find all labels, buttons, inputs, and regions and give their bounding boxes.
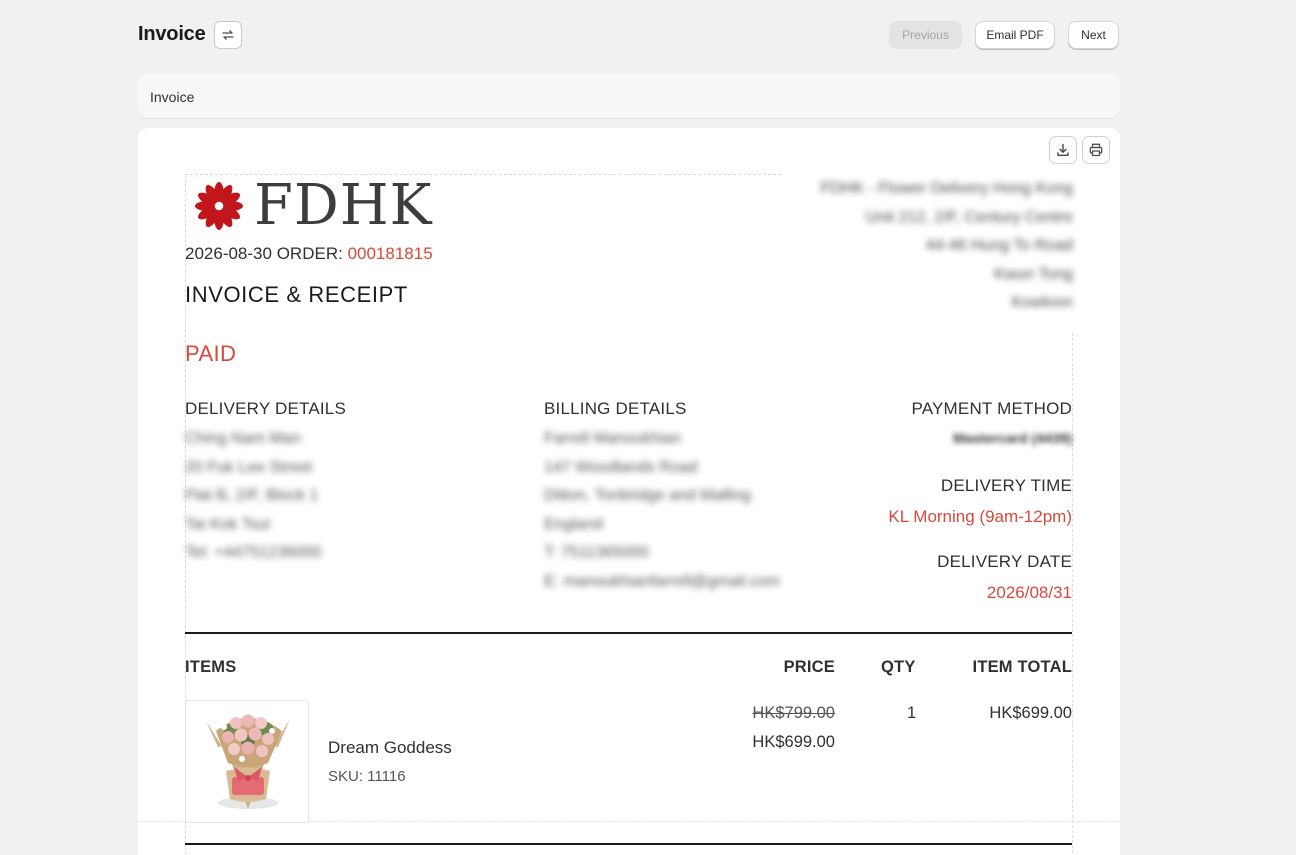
billing-line: T: 7511365000 [544,544,649,561]
company-address: FDHK - Flower Delivery Hong Kong Unit 21… [820,175,1073,318]
address-line: Unit 212, 2/F, Century Centre [865,208,1073,226]
billing-line: E: manoukhianfarrell@gmail.com [544,572,780,590]
billing-line: England [544,515,603,533]
payment-method-heading: PAYMENT METHOD [911,399,1072,418]
delivery-line: 20 Fuk Lee Street [185,458,313,476]
page-title: Invoice [138,23,206,45]
download-icon [1057,143,1069,156]
delivery-line: Tai Kok Tsui [185,515,271,533]
payment-method-value: Mastercard (4439) [952,430,1072,446]
brand-wordmark: FDHK [254,173,433,238]
delivery-details-heading: DELIVERY DETAILS [185,399,346,418]
order-date: 2026-08-30 [185,244,272,263]
item-total: HK$699.00 [989,704,1072,722]
invoice-card: FDHK FDHK - Flower Delivery Hong Kong Un… [138,128,1120,855]
flower-bouquet-image [206,714,290,809]
email-pdf-button[interactable]: Email PDF [975,21,1055,49]
billing-line: Farrell Manoukhian [544,430,681,447]
item-quantity: 1 [907,704,917,722]
section-label: Invoice [150,89,195,105]
order-line: 2026-08-30 ORDER: 000181815 [185,244,433,264]
original-price: HK$799.00 [752,704,835,722]
product-sku: SKU: 11116 [328,768,406,785]
order-label: ORDER: [276,244,343,263]
order-number: 000181815 [347,244,433,263]
billing-details-heading: BILLING DETAILS [544,399,687,418]
address-line: Kwun Tong [994,265,1073,283]
delivery-line: Flat B, 2/F, Block 1 [185,487,319,504]
address-line: Kowloon [1011,294,1073,311]
address-line: 44-46 Hung To Road [925,237,1073,254]
sale-price: HK$699.00 [752,733,835,751]
billing-details: Farrell Manoukhian 147 Woodlands Road Di… [544,425,780,596]
next-button[interactable]: Next [1068,21,1119,49]
delivery-time-value: KL Morning (9am-12pm) [888,507,1072,526]
delivery-time-heading: DELIVERY TIME [940,476,1072,495]
swap-arrows-icon [222,30,234,40]
printer-icon [1089,143,1103,157]
previous-button[interactable]: Previous [889,21,962,49]
delivery-details: Ching Nam Man 20 Fuk Lee Street Flat B, … [185,425,322,568]
product-name: Dream Goddess [328,738,452,757]
delivery-date-value: 2026/08/31 [986,583,1072,602]
address-line: FDHK - Flower Delivery Hong Kong [820,180,1073,197]
flower-logo-icon [195,182,243,230]
download-button[interactable] [1049,136,1077,164]
switch-view-button[interactable] [214,21,242,49]
delivery-line: Tel: +44751236000 [185,544,322,561]
item-total-column-header: ITEM TOTAL [972,658,1072,676]
items-column-header: ITEMS [185,658,237,676]
brand-logo: FDHK [190,178,432,234]
billing-line: Ditton, Tonbridge and Malling [544,487,751,504]
price-column-header: PRICE [783,658,835,676]
qty-column-header: QTY [881,658,916,676]
top-bar: Invoice Previous Email PDF Next [138,20,1120,52]
billing-line: 147 Woodlands Road [544,458,698,476]
delivery-line: Ching Nam Man [185,430,301,447]
page-edge-guide [1072,333,1073,855]
section-header: Invoice [138,74,1120,118]
print-button[interactable] [1082,136,1110,164]
product-image [185,700,309,823]
invoice-title: INVOICE & RECEIPT [185,282,408,307]
section-divider [185,632,1072,634]
payment-status: PAID [185,341,237,366]
section-divider [185,843,1072,845]
delivery-date-heading: DELIVERY DATE [937,552,1072,571]
